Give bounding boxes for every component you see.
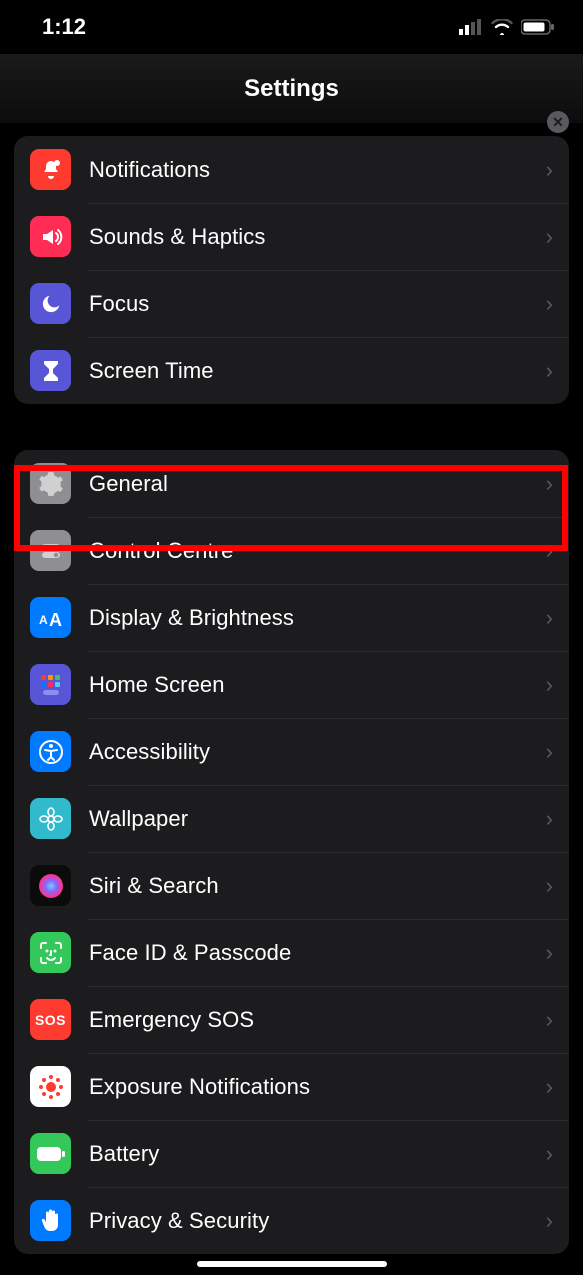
settings-group-2: General › Control Centre › A A — [14, 450, 569, 1254]
row-wallpaper[interactable]: Wallpaper › — [14, 785, 569, 852]
svg-text:A: A — [49, 610, 62, 628]
row-label: Emergency SOS — [89, 1007, 546, 1033]
row-notifications[interactable]: Notifications › — [14, 136, 569, 203]
row-label: Battery — [89, 1141, 546, 1167]
row-emergency-sos[interactable]: SOS Emergency SOS › — [14, 986, 569, 1053]
cellular-icon — [459, 19, 483, 35]
status-time: 1:12 — [42, 14, 86, 40]
chevron-right-icon: › — [546, 471, 553, 497]
face-id-icon — [30, 932, 71, 973]
row-label: Focus — [89, 291, 546, 317]
row-label: Privacy & Security — [89, 1208, 546, 1234]
row-label: Control Centre — [89, 538, 546, 564]
hand-icon — [30, 1200, 71, 1241]
row-home-screen[interactable]: Home Screen › — [14, 651, 569, 718]
close-icon[interactable]: ✕ — [547, 111, 569, 133]
app-grid-icon — [30, 664, 71, 705]
row-label: General — [89, 471, 546, 497]
chevron-right-icon: › — [546, 291, 553, 317]
row-label: Home Screen — [89, 672, 546, 698]
moon-icon — [30, 283, 71, 324]
chevron-right-icon: › — [546, 1074, 553, 1100]
bell-icon — [30, 149, 71, 190]
siri-icon — [30, 865, 71, 906]
chevron-right-icon: › — [546, 739, 553, 765]
row-label: Screen Time — [89, 358, 546, 384]
chevron-right-icon: › — [546, 1007, 553, 1033]
row-accessibility[interactable]: Accessibility › — [14, 718, 569, 785]
row-display-brightness[interactable]: A A Display & Brightness › — [14, 584, 569, 651]
header: Settings ✕ — [0, 54, 583, 124]
chevron-right-icon: › — [546, 672, 553, 698]
row-face-id-passcode[interactable]: Face ID & Passcode › — [14, 919, 569, 986]
accessibility-icon — [30, 731, 71, 772]
chevron-right-icon: › — [546, 224, 553, 250]
status-bar: 1:12 — [0, 0, 583, 54]
row-siri-search[interactable]: Siri & Search › — [14, 852, 569, 919]
text-size-icon: A A — [30, 597, 71, 638]
row-focus[interactable]: Focus › — [14, 270, 569, 337]
svg-text:A: A — [39, 613, 48, 627]
row-general[interactable]: General › — [14, 450, 569, 517]
chevron-right-icon: › — [546, 1208, 553, 1234]
row-sounds-haptics[interactable]: Sounds & Haptics › — [14, 203, 569, 270]
row-label: Display & Brightness — [89, 605, 546, 631]
toggles-icon — [30, 530, 71, 571]
chevron-right-icon: › — [546, 605, 553, 631]
status-icons — [459, 19, 555, 35]
chevron-right-icon: › — [546, 538, 553, 564]
row-label: Notifications — [89, 157, 546, 183]
battery-full-icon — [30, 1133, 71, 1174]
row-label: Siri & Search — [89, 873, 546, 899]
exposure-icon — [30, 1066, 71, 1107]
row-battery[interactable]: Battery › — [14, 1120, 569, 1187]
chevron-right-icon: › — [546, 806, 553, 832]
chevron-right-icon: › — [546, 940, 553, 966]
battery-icon — [521, 19, 555, 35]
speaker-icon — [30, 216, 71, 257]
row-privacy-security[interactable]: Privacy & Security › — [14, 1187, 569, 1254]
home-indicator[interactable] — [197, 1261, 387, 1267]
row-label: Exposure Notifications — [89, 1074, 546, 1100]
wifi-icon — [491, 19, 513, 35]
row-label: Accessibility — [89, 739, 546, 765]
chevron-right-icon: › — [546, 358, 553, 384]
row-exposure-notifications[interactable]: Exposure Notifications › — [14, 1053, 569, 1120]
row-label: Wallpaper — [89, 806, 546, 832]
flower-icon — [30, 798, 71, 839]
row-label: Sounds & Haptics — [89, 224, 546, 250]
gear-icon — [30, 463, 71, 504]
chevron-right-icon: › — [546, 157, 553, 183]
page-title: Settings — [244, 75, 339, 103]
hourglass-icon — [30, 350, 71, 391]
row-control-centre[interactable]: Control Centre › — [14, 517, 569, 584]
chevron-right-icon: › — [546, 873, 553, 899]
row-screen-time[interactable]: Screen Time › — [14, 337, 569, 404]
chevron-right-icon: › — [546, 1141, 553, 1167]
settings-scroll[interactable]: Notifications › Sounds & Haptics › Focus — [0, 124, 583, 1254]
row-label: Face ID & Passcode — [89, 940, 546, 966]
sos-icon: SOS — [30, 999, 71, 1040]
settings-group-1: Notifications › Sounds & Haptics › Focus — [14, 136, 569, 404]
